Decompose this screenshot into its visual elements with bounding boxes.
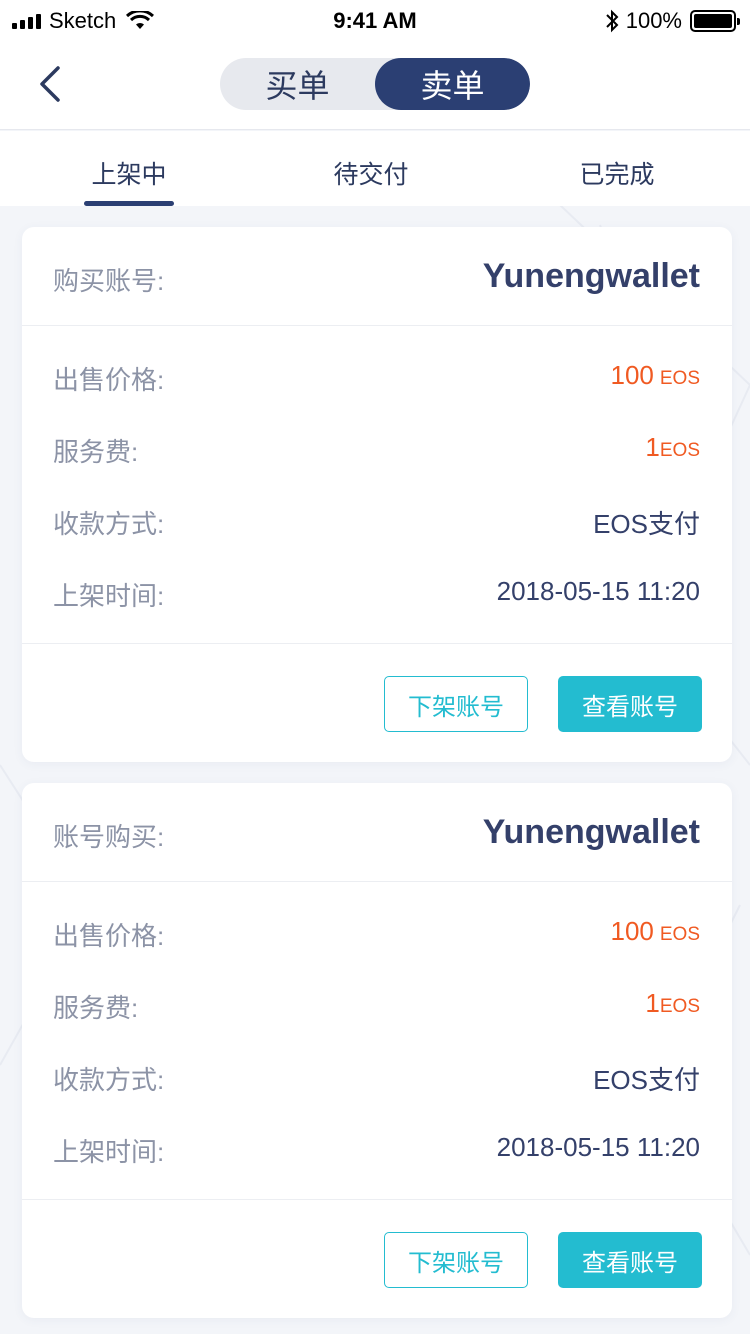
fee-unit: EOS [659, 440, 700, 461]
listing-time-row: 上架时间: 2018-05-15 11:20 [53, 1132, 700, 1172]
account-label: 购买账号: [53, 266, 165, 296]
order-type-segment: 买单 卖单 [220, 58, 530, 110]
card-details: 出售价格: 100 EOS 服务费: 1EOS 收款方式: EOS支付 上架时间:… [22, 326, 732, 644]
order-card: 账号购买: Yunengwallet 出售价格: 100 EOS 服务费: 1EO… [22, 783, 732, 1318]
price-amount: 100 [610, 916, 654, 946]
account-name: Yunengwallet [482, 813, 700, 851]
segment-buy-orders[interactable]: 买单 [220, 58, 375, 110]
fee-amount: 1 [645, 432, 660, 462]
status-bar: Sketch 9:41 AM 100% [0, 0, 750, 40]
card-actions: 下架账号 查看账号 [22, 1200, 732, 1317]
fee-value: 1EOS [645, 988, 700, 1019]
listing-time-label: 上架时间: [53, 581, 165, 611]
price-row: 出售价格: 100 EOS [53, 360, 700, 400]
battery-percent: 100% [625, 8, 682, 33]
segment-sell-orders[interactable]: 卖单 [375, 58, 530, 110]
payment-value: EOS支付 [593, 1065, 700, 1095]
payment-label: 收款方式: [53, 1065, 165, 1095]
active-tab-indicator [84, 201, 174, 206]
payment-row: 收款方式: EOS支付 [53, 1060, 700, 1100]
listing-time-value: 2018-05-15 11:20 [496, 576, 700, 606]
card-details: 出售价格: 100 EOS 服务费: 1EOS 收款方式: EOS支付 上架时间:… [22, 882, 732, 1200]
tab-listed[interactable]: 上架中 [0, 131, 258, 206]
delist-account-button[interactable]: 下架账号 [384, 1232, 528, 1288]
fee-row: 服务费: 1EOS [53, 432, 700, 472]
price-value: 100 EOS [610, 916, 700, 947]
tab-pending-delivery[interactable]: 待交付 [258, 131, 484, 206]
account-label: 账号购买: [53, 822, 165, 852]
price-unit: EOS [659, 924, 700, 945]
price-unit: EOS [659, 368, 700, 389]
fee-amount: 1 [645, 988, 660, 1018]
listing-time-label: 上架时间: [53, 1137, 165, 1167]
payment-label: 收款方式: [53, 509, 165, 539]
price-amount: 100 [610, 360, 654, 390]
bluetooth-icon [606, 9, 619, 33]
account-name: Yunengwallet [482, 257, 700, 295]
view-account-button[interactable]: 查看账号 [558, 1232, 702, 1288]
card-actions: 下架账号 查看账号 [22, 644, 732, 761]
price-label: 出售价格: [53, 365, 165, 395]
delist-account-button[interactable]: 下架账号 [384, 676, 528, 732]
tab-label: 待交付 [333, 161, 409, 189]
order-card: 购买账号: Yunengwallet 出售价格: 100 EOS 服务费: 1EO… [22, 227, 732, 762]
back-button[interactable] [30, 62, 70, 106]
fee-label: 服务费: [53, 993, 139, 1023]
tab-label: 上架中 [91, 161, 167, 189]
status-tabs: 上架中 待交付 已完成 [0, 131, 750, 206]
chevron-left-icon [40, 66, 60, 102]
status-right: 100% [604, 8, 740, 34]
listing-time-value: 2018-05-15 11:20 [496, 1132, 700, 1162]
listing-time-row: 上架时间: 2018-05-15 11:20 [53, 576, 700, 616]
price-value: 100 EOS [610, 360, 700, 391]
nav-bar: 买单 卖单 [0, 40, 750, 130]
fee-value: 1EOS [645, 432, 700, 463]
view-account-button[interactable]: 查看账号 [558, 676, 702, 732]
tab-label: 已完成 [579, 161, 655, 189]
fee-row: 服务费: 1EOS [53, 988, 700, 1028]
card-header: 账号购买: Yunengwallet [22, 783, 732, 882]
payment-value: EOS支付 [593, 509, 700, 539]
battery-icon [690, 10, 740, 32]
price-label: 出售价格: [53, 921, 165, 951]
fee-unit: EOS [659, 996, 700, 1017]
price-row: 出售价格: 100 EOS [53, 916, 700, 956]
payment-row: 收款方式: EOS支付 [53, 504, 700, 544]
fee-label: 服务费: [53, 437, 139, 467]
card-header: 购买账号: Yunengwallet [22, 227, 732, 326]
tab-completed[interactable]: 已完成 [484, 131, 750, 206]
